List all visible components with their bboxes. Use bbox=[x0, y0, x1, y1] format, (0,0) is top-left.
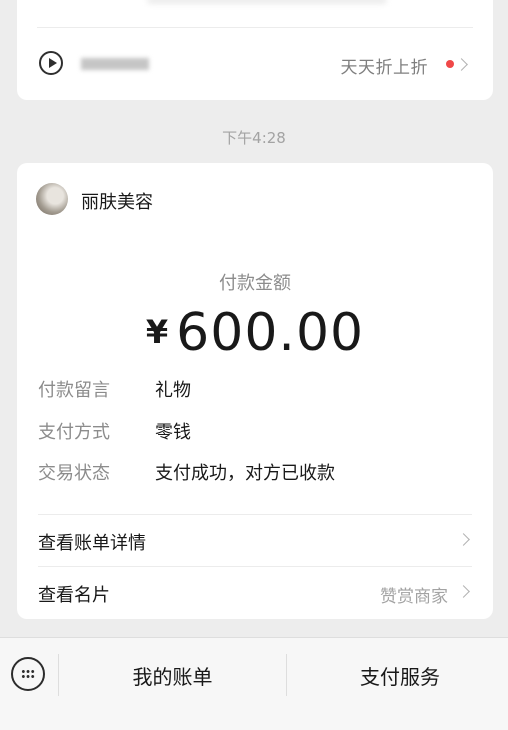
notification-dot bbox=[446, 60, 454, 68]
payment-services-button[interactable]: 支付服务 bbox=[287, 661, 508, 690]
my-bills-button[interactable]: 我的账单 bbox=[59, 661, 286, 690]
message-timestamp: 下午4:28 bbox=[222, 129, 286, 147]
promo-text[interactable]: 天天折上折 bbox=[341, 53, 429, 78]
detail-label: 支付方式 bbox=[38, 422, 110, 443]
previous-message-card[interactable]: 天天折上折 bbox=[17, 0, 493, 100]
amount-label: 付款金额 bbox=[219, 273, 291, 294]
divider bbox=[38, 514, 472, 515]
detail-value: 礼物 bbox=[155, 380, 191, 401]
blurred-source-name bbox=[81, 58, 149, 70]
detail-row-status: 交易状态 支付成功，对方已收款 bbox=[38, 459, 335, 485]
payment-amount: ¥600.00 bbox=[17, 303, 493, 363]
keyboard-icon[interactable] bbox=[11, 657, 45, 691]
view-bill-details-label: 查看账单详情 bbox=[38, 533, 146, 554]
detail-label: 交易状态 bbox=[38, 463, 110, 484]
detail-value: 支付成功，对方已收款 bbox=[155, 463, 335, 484]
chevron-right-icon bbox=[457, 533, 470, 546]
detail-label: 付款留言 bbox=[38, 380, 110, 401]
bottom-menu-bar: 我的账单 支付服务 bbox=[0, 637, 508, 712]
view-business-card-label: 查看名片 bbox=[38, 585, 110, 606]
blurred-text bbox=[147, 0, 387, 4]
play-icon[interactable] bbox=[39, 51, 63, 75]
view-bill-details-row[interactable]: 查看账单详情 bbox=[38, 520, 472, 560]
view-business-card-row[interactable]: 查看名片 赞赏商家 bbox=[38, 572, 472, 612]
tip-merchant-text: 赞赏商家 bbox=[380, 587, 448, 607]
merchant-name[interactable]: 丽肤美容 bbox=[81, 188, 153, 214]
divider bbox=[37, 27, 473, 28]
detail-value: 零钱 bbox=[155, 422, 191, 443]
payment-card: 丽肤美容 付款金额 ¥600.00 付款留言 礼物 支付方式 零钱 交易状态 支付成功… bbox=[17, 163, 493, 619]
detail-row-message: 付款留言 礼物 bbox=[38, 376, 191, 402]
chevron-right-icon[interactable] bbox=[455, 58, 468, 71]
home-indicator-area bbox=[0, 712, 508, 730]
currency-symbol: ¥ bbox=[145, 313, 169, 351]
avatar[interactable] bbox=[36, 183, 68, 215]
amount-value: 600.00 bbox=[176, 303, 365, 363]
chevron-right-icon bbox=[457, 585, 470, 598]
detail-row-payment-method: 支付方式 零钱 bbox=[38, 418, 191, 444]
divider bbox=[38, 566, 472, 567]
